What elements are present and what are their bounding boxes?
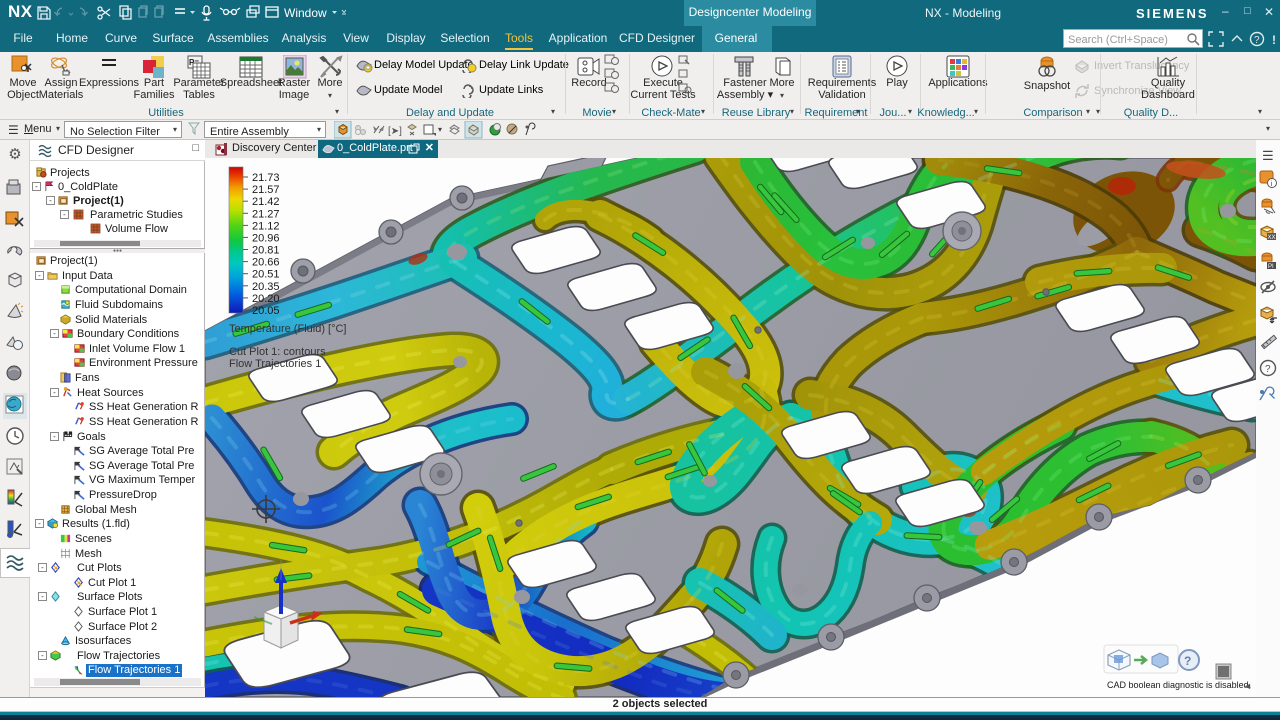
svg-text:20.05: 20.05 [252,305,280,317]
svg-text:20.51: 20.51 [252,269,280,281]
svg-text:20.66: 20.66 [252,257,280,269]
svg-text:▾: ▾ [438,125,442,134]
svg-text:20.81: 20.81 [252,245,280,257]
svg-text:?: ? [1265,364,1271,375]
svg-text:XX: XX [1268,235,1276,241]
svg-text:PI: PI [1268,264,1274,270]
svg-text:21.12: 21.12 [252,220,280,232]
svg-text:20.20: 20.20 [252,293,280,305]
svg-text:21.27: 21.27 [252,208,280,220]
svg-text:21.73: 21.73 [252,172,280,184]
svg-text:?: ? [1184,654,1191,668]
svg-text:Window: Window [284,6,327,20]
svg-text:Cut Plot 1: contours: Cut Plot 1: contours [229,346,326,358]
svg-text:Flow Trajectories 1: Flow Trajectories 1 [229,358,321,370]
svg-text:21.42: 21.42 [252,196,280,208]
svg-text:!: ! [1272,33,1276,47]
svg-text:◄: ◄ [1243,681,1252,691]
svg-text:CAD boolean diagnostic is disa: CAD boolean diagnostic is disabled. [1107,680,1251,690]
svg-text:20.96: 20.96 [252,232,280,244]
svg-text:[➤]: [➤] [388,126,402,137]
svg-text:21.57: 21.57 [252,184,280,196]
svg-text:20.35: 20.35 [252,281,280,293]
svg-text:Temperature (Fluid) [°C]: Temperature (Fluid) [°C] [229,323,347,335]
svg-text:?: ? [1254,35,1260,46]
